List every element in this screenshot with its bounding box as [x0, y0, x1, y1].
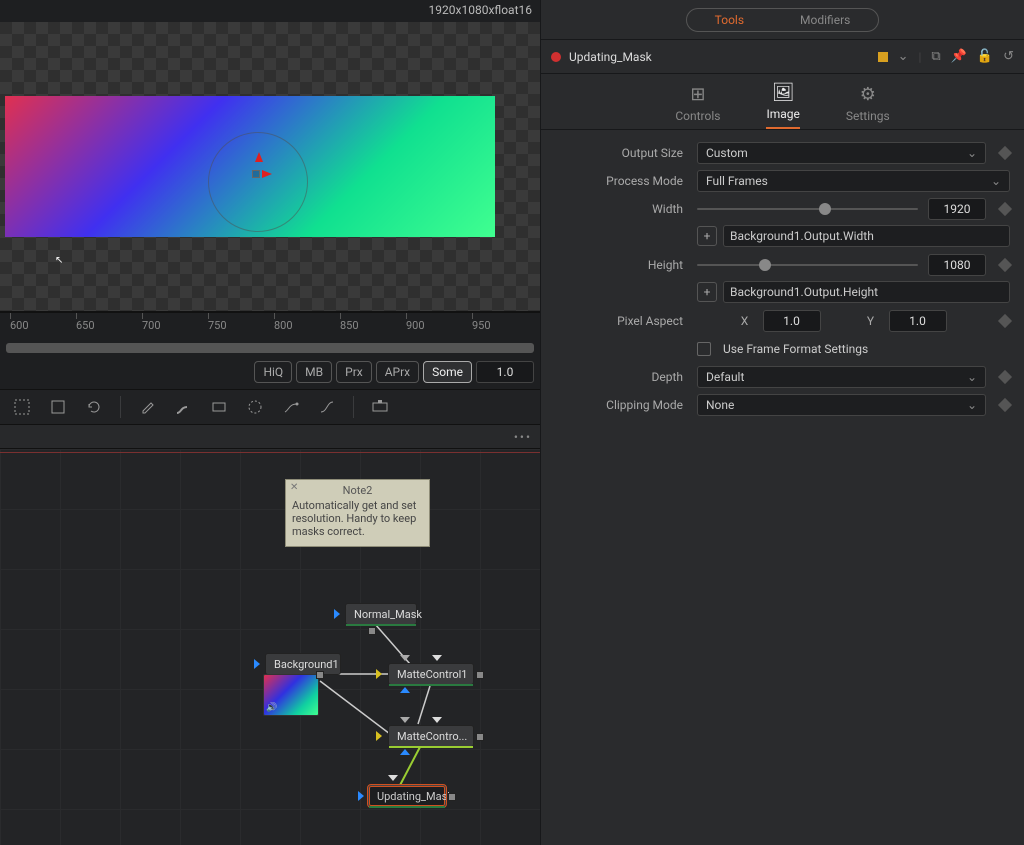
field-aspect-x[interactable]: 1.0: [763, 310, 821, 332]
viewer-info: 1920x1080xfloat16: [0, 0, 540, 22]
ruler-tick: 900: [406, 319, 425, 332]
ruler-tick: 700: [142, 319, 161, 332]
viewer-scale[interactable]: 1.0: [476, 361, 534, 383]
keyframe-aspect[interactable]: [998, 314, 1012, 328]
slider-width[interactable]: [697, 198, 918, 220]
node-normal-mask[interactable]: Normal_Mask: [345, 603, 417, 625]
keyframe-width[interactable]: [998, 202, 1012, 216]
label-pixel-aspect: Pixel Aspect: [541, 314, 691, 328]
node-color-swatch[interactable]: [878, 52, 888, 62]
node-background[interactable]: Background1: [265, 653, 341, 675]
flow-area[interactable]: ✕ Note2 Automatically get and set resolu…: [0, 449, 540, 845]
tool-eyedropper-icon[interactable]: [135, 395, 159, 419]
label-clipping: Clipping Mode: [541, 398, 691, 412]
tool-expand-icon[interactable]: [46, 395, 70, 419]
tool-rectangle-icon[interactable]: [207, 395, 231, 419]
select-depth[interactable]: Default⌄: [697, 366, 986, 388]
label-x: X: [737, 314, 753, 328]
label-height: Height: [541, 258, 691, 272]
ruler-tick: 800: [274, 319, 293, 332]
cursor-icon: ↖: [55, 255, 63, 266]
slider-height[interactable]: [697, 254, 918, 276]
field-aspect-y[interactable]: 1.0: [889, 310, 947, 332]
label-output-size: Output Size: [541, 146, 691, 160]
quality-aprx[interactable]: APrx: [376, 361, 419, 383]
sticky-note[interactable]: ✕ Note2 Automatically get and set resolu…: [285, 479, 430, 547]
note-body: Automatically get and set resolution. Ha…: [292, 499, 423, 538]
tab-tools[interactable]: Tools: [687, 9, 772, 31]
keyframe-depth[interactable]: [998, 370, 1012, 384]
tool-ellipse-icon[interactable]: [243, 395, 267, 419]
quality-prx[interactable]: Prx: [336, 361, 372, 383]
subtab-image[interactable]: 🖼Image: [766, 82, 799, 129]
note-title: Note2: [292, 484, 423, 497]
checkbox-frame-format[interactable]: [697, 342, 711, 356]
tab-modifiers[interactable]: Modifiers: [772, 9, 878, 31]
label-depth: Depth: [541, 370, 691, 384]
node-matte-control-2[interactable]: MatteContro...: [388, 725, 474, 747]
tool-marquee-icon[interactable]: [10, 395, 34, 419]
label-width: Width: [541, 202, 691, 216]
transform-handle[interactable]: [248, 166, 264, 182]
node-matte-control-1[interactable]: MatteControl1: [388, 663, 474, 685]
node-updating-mask[interactable]: Updating_Mask: [368, 785, 446, 807]
selected-node-name: Updating_Mask: [569, 50, 652, 64]
label-process-mode: Process Mode: [541, 174, 691, 188]
pin-icon[interactable]: 📌: [951, 49, 967, 64]
field-width[interactable]: 1920: [928, 198, 986, 220]
time-scrubber[interactable]: [6, 343, 534, 353]
add-expression-width[interactable]: +: [697, 226, 717, 246]
node-enable-toggle[interactable]: [551, 52, 561, 62]
time-ruler[interactable]: 600 650 700 750 800 850 900 950: [0, 313, 540, 343]
tool-brush-icon[interactable]: [171, 395, 195, 419]
subtab-settings[interactable]: ⚙Settings: [846, 84, 890, 129]
subtab-controls[interactable]: ⊞Controls: [675, 84, 720, 129]
keyframe-clipping[interactable]: [998, 398, 1012, 412]
lock-icon[interactable]: 🔓: [977, 49, 993, 64]
close-icon[interactable]: ✕: [290, 482, 298, 493]
chevron-down-icon[interactable]: ⌄: [898, 49, 909, 64]
ruler-tick: 750: [208, 319, 227, 332]
flow-options[interactable]: •••: [514, 430, 532, 444]
node-background-thumb[interactable]: 🔊: [263, 674, 319, 716]
versions-icon[interactable]: ⧉: [931, 49, 940, 64]
tool-node-icon[interactable]: [368, 395, 392, 419]
ruler-tick: 950: [472, 319, 491, 332]
ruler-tick: 650: [76, 319, 95, 332]
field-height[interactable]: 1080: [928, 254, 986, 276]
reset-icon[interactable]: ↺: [1003, 49, 1014, 64]
expression-height[interactable]: Background1.Output.Height: [723, 281, 1010, 303]
flow-toolbar: [0, 389, 540, 425]
select-process-mode[interactable]: Full Frames⌄: [697, 170, 1010, 192]
label-y: Y: [863, 314, 879, 328]
quality-hiq[interactable]: HiQ: [254, 361, 292, 383]
tool-curve-icon[interactable]: [315, 395, 339, 419]
viewer[interactable]: ↖: [0, 22, 540, 312]
tool-refresh-icon[interactable]: [82, 395, 106, 419]
quality-some[interactable]: Some: [423, 361, 472, 383]
keyframe-output-size[interactable]: [998, 146, 1012, 160]
ruler-tick: 850: [340, 319, 359, 332]
select-clipping[interactable]: None⌄: [697, 394, 986, 416]
tool-pen-icon[interactable]: [279, 395, 303, 419]
quality-mb[interactable]: MB: [296, 361, 332, 383]
expression-width[interactable]: Background1.Output.Width: [723, 225, 1010, 247]
select-output-size[interactable]: Custom⌄: [697, 142, 986, 164]
ruler-tick: 600: [10, 319, 29, 332]
add-expression-height[interactable]: +: [697, 282, 717, 302]
transform-circle[interactable]: [208, 132, 308, 232]
label-frame-format: Use Frame Format Settings: [723, 342, 868, 356]
keyframe-height[interactable]: [998, 258, 1012, 272]
